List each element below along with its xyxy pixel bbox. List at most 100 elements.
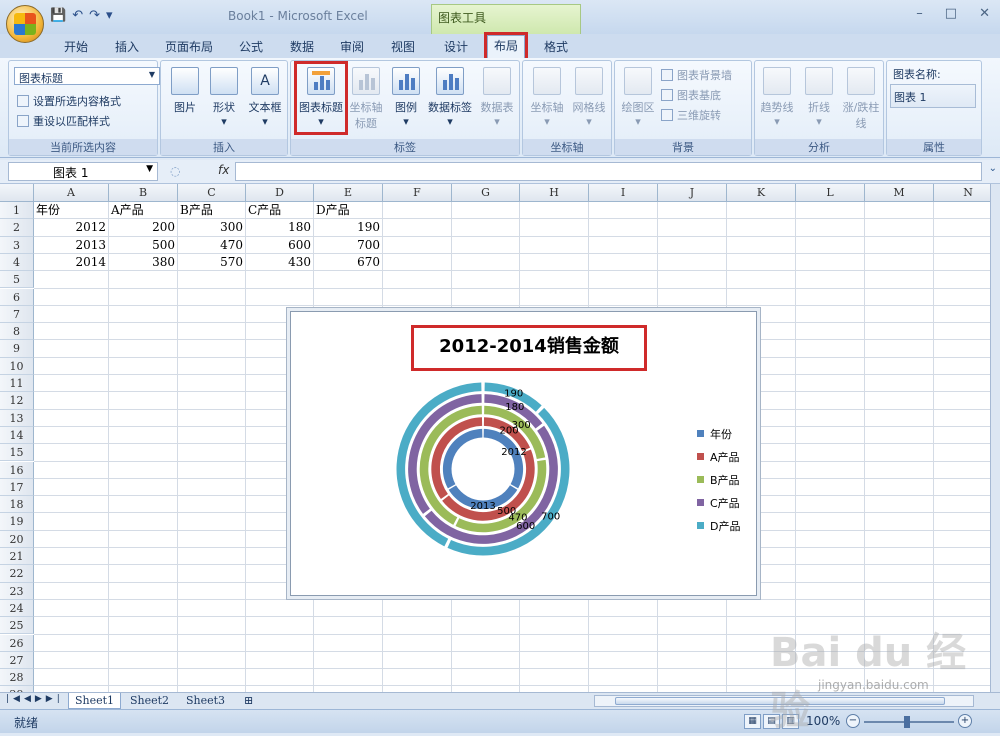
- data-labels-button[interactable]: 数据标签 ▾: [425, 67, 475, 128]
- row-header-2[interactable]: 2: [0, 219, 34, 237]
- legend-entry-5[interactable]: D产品: [697, 514, 740, 537]
- tab-layout[interactable]: 布局: [483, 32, 529, 61]
- row-header-16[interactable]: 16: [0, 461, 34, 479]
- row-header-18[interactable]: 18: [0, 496, 34, 514]
- axis-title-button[interactable]: 坐标轴标题: [347, 67, 385, 131]
- sheet-tab-2[interactable]: Sheet2: [124, 693, 175, 709]
- picture-button[interactable]: 图片: [167, 67, 203, 115]
- chart-name-input[interactable]: 图表 1: [890, 84, 976, 108]
- row-header-13[interactable]: 13: [0, 409, 34, 427]
- plot-area-button[interactable]: 绘图区 ▾: [619, 67, 657, 128]
- tab-insert[interactable]: 插入: [115, 38, 139, 55]
- trendline-button[interactable]: 趋势线 ▾: [757, 67, 797, 128]
- column-header-d[interactable]: D: [246, 184, 314, 202]
- undo-icon[interactable]: ↶: [72, 8, 83, 23]
- tab-view[interactable]: 视图: [391, 38, 415, 55]
- select-all-corner[interactable]: [0, 184, 34, 202]
- sheet-tab-3[interactable]: Sheet3: [180, 693, 231, 709]
- cell-c1[interactable]: B产品: [180, 202, 245, 219]
- column-header-l[interactable]: L: [796, 184, 865, 202]
- data-table-button[interactable]: 数据表 ▾: [477, 67, 517, 128]
- cell-c4[interactable]: 570: [180, 254, 245, 271]
- shapes-button[interactable]: 形状 ▾: [206, 67, 242, 128]
- row-header-10[interactable]: 10: [0, 357, 34, 375]
- cell-b4[interactable]: 380: [111, 254, 177, 271]
- tab-data[interactable]: 数据: [290, 38, 314, 55]
- cell-e2[interactable]: 190: [316, 219, 382, 236]
- tab-home[interactable]: 开始: [64, 38, 88, 55]
- legend-entry-3[interactable]: B产品: [697, 468, 740, 491]
- cell-e3[interactable]: 700: [316, 237, 382, 254]
- row-header-14[interactable]: 14: [0, 426, 34, 445]
- sheet-tab-1[interactable]: Sheet1: [68, 693, 122, 709]
- row-header-11[interactable]: 11: [0, 375, 34, 393]
- cell-a3[interactable]: 2013: [36, 237, 108, 254]
- cell-c2[interactable]: 300: [180, 219, 245, 236]
- row-header-1[interactable]: 1: [0, 202, 34, 220]
- cell-b2[interactable]: 200: [111, 219, 177, 236]
- formula-input[interactable]: [235, 162, 982, 181]
- row-header-4[interactable]: 4: [0, 253, 34, 272]
- chart-title[interactable]: 2012-2014销售金额: [411, 325, 647, 371]
- chart-wall-button[interactable]: 图表背景墙: [661, 67, 732, 83]
- cell-e4[interactable]: 670: [316, 254, 382, 271]
- row-header-24[interactable]: 24: [0, 599, 34, 618]
- row-header-20[interactable]: 20: [0, 530, 34, 548]
- row-header-25[interactable]: 25: [0, 617, 34, 635]
- name-box[interactable]: 图表 1 ▼: [8, 162, 158, 181]
- insert-sheet-icon[interactable]: ⊞: [238, 693, 259, 709]
- tab-review[interactable]: 审阅: [340, 38, 364, 55]
- column-header-h[interactable]: H: [520, 184, 589, 202]
- expand-formula-bar-icon[interactable]: ⌄: [989, 163, 997, 174]
- legend-button[interactable]: 图例 ▾: [389, 67, 423, 128]
- column-header-k[interactable]: K: [727, 184, 796, 202]
- gridlines-button[interactable]: 网格线 ▾: [569, 67, 609, 128]
- row-header-8[interactable]: 8: [0, 323, 34, 341]
- tab-page-layout[interactable]: 页面布局: [165, 38, 213, 55]
- column-header-e[interactable]: E: [314, 184, 383, 202]
- cell-e1[interactable]: D产品: [316, 202, 382, 219]
- chart-title-button[interactable]: 图表标题 ▾: [294, 61, 348, 135]
- row-header-19[interactable]: 19: [0, 513, 34, 531]
- formula-options-icon[interactable]: ◌: [170, 164, 180, 178]
- reset-style-button[interactable]: 重设以匹配样式: [17, 113, 110, 129]
- sheet-nav-arrows-icon[interactable]: |◀◀▶▶|: [6, 694, 64, 704]
- redo-icon[interactable]: ↷: [89, 8, 100, 23]
- chart-elements-dropdown[interactable]: 图表标题 ▼: [14, 67, 160, 85]
- tab-format[interactable]: 格式: [544, 38, 568, 55]
- row-header-6[interactable]: 6: [0, 288, 34, 306]
- legend-entry-2[interactable]: A产品: [697, 445, 740, 468]
- cell-a4[interactable]: 2014: [36, 254, 108, 271]
- vertical-scrollbar[interactable]: [990, 184, 1000, 692]
- cell-d4[interactable]: 430: [248, 254, 313, 271]
- column-header-a[interactable]: A: [34, 184, 109, 202]
- tab-formulas[interactable]: 公式: [239, 38, 263, 55]
- office-button[interactable]: [6, 5, 44, 43]
- cell-d1[interactable]: C产品: [248, 202, 313, 219]
- doughnut-plot[interactable]: 20132012500470200600300180700190: [379, 380, 599, 560]
- column-header-n[interactable]: N: [934, 184, 990, 202]
- chart-floor-button[interactable]: 图表基底: [661, 87, 721, 103]
- row-header-21[interactable]: 21: [0, 548, 34, 566]
- restore-icon[interactable]: □: [945, 6, 957, 21]
- legend-entry-1[interactable]: 年份: [697, 422, 740, 445]
- legend-entry-4[interactable]: C产品: [697, 491, 740, 514]
- cell-d3[interactable]: 600: [248, 237, 313, 254]
- cell-d2[interactable]: 180: [248, 219, 313, 236]
- cell-c3[interactable]: 470: [180, 237, 245, 254]
- column-header-g[interactable]: G: [452, 184, 520, 202]
- column-header-b[interactable]: B: [109, 184, 178, 202]
- row-header-5[interactable]: 5: [0, 271, 34, 289]
- column-header-f[interactable]: F: [383, 184, 452, 202]
- column-header-i[interactable]: I: [589, 184, 658, 202]
- normal-view-icon[interactable]: ▦: [744, 714, 761, 729]
- minimize-icon[interactable]: –: [916, 6, 923, 21]
- close-icon[interactable]: ✕: [979, 6, 990, 21]
- row-header-27[interactable]: 27: [0, 651, 34, 670]
- row-header-7[interactable]: 7: [0, 305, 34, 324]
- insert-function-icon[interactable]: fx: [218, 163, 229, 177]
- row-header-23[interactable]: 23: [0, 582, 34, 600]
- tab-design[interactable]: 设计: [444, 38, 468, 55]
- updown-bars-button[interactable]: 涨/跌柱线: [841, 67, 881, 131]
- save-icon[interactable]: 💾: [50, 8, 66, 23]
